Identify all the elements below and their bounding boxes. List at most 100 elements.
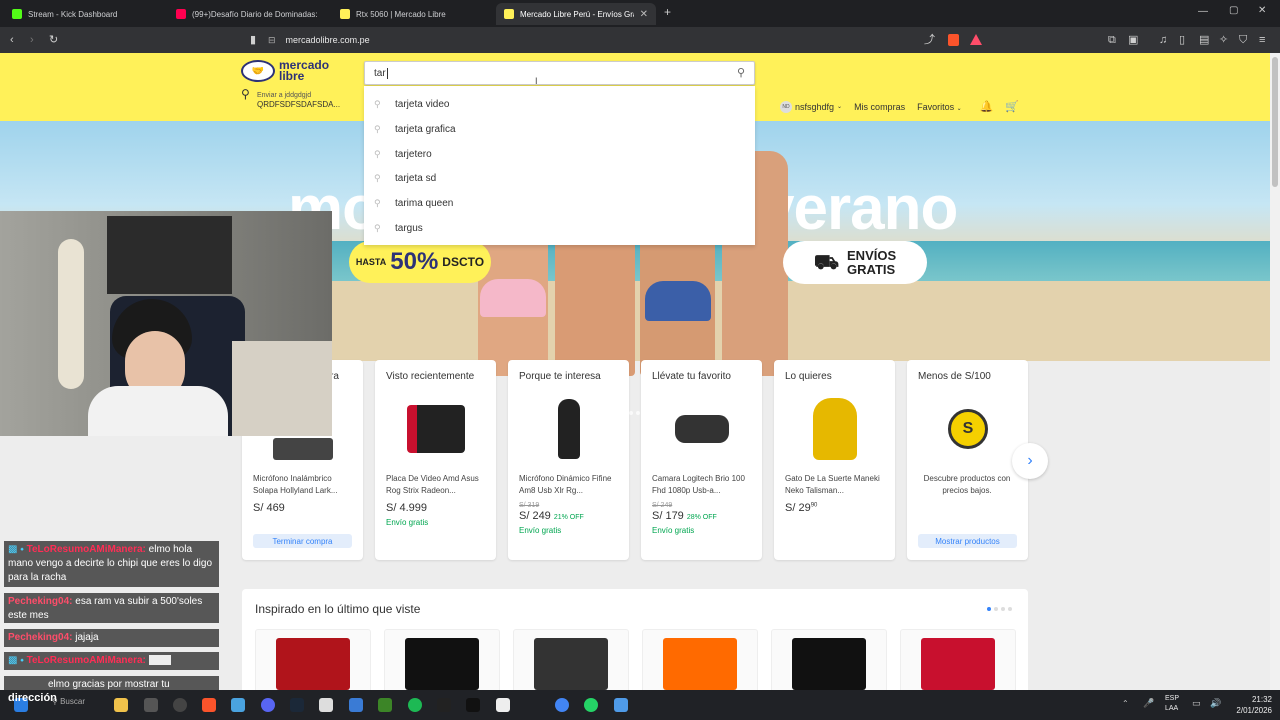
extensions-icon[interactable]: ⧉ xyxy=(1108,32,1116,48)
search-icon: ⚲ xyxy=(374,98,381,109)
microphone-icon[interactable]: 🎤 xyxy=(1143,698,1154,709)
bell-icon[interactable]: 🔔 xyxy=(980,100,994,113)
person-shirt xyxy=(88,386,228,436)
product-thumbnail[interactable] xyxy=(900,629,1016,690)
search-text: tar xyxy=(374,68,386,80)
app-icon[interactable] xyxy=(349,698,363,712)
vpn-icon[interactable]: ⛉ xyxy=(1239,32,1247,48)
finish-purchase-button[interactable]: Terminar compra xyxy=(253,534,352,548)
tab-rtx-5060[interactable]: Rtx 5060 | Mercado Libre xyxy=(332,3,492,25)
product-card[interactable]: Llévate tu favorito Camara Logitech Brio… xyxy=(641,360,762,560)
suggestion-item[interactable]: ⚲ tarima queen xyxy=(364,191,755,215)
scrollbar[interactable] xyxy=(1270,53,1280,690)
carousel-next-button[interactable]: › xyxy=(1012,443,1048,479)
suggestion-text: targus xyxy=(395,222,423,234)
network-icon[interactable]: ▭ xyxy=(1192,698,1201,709)
product-thumbnail[interactable] xyxy=(642,629,758,690)
surfboard xyxy=(58,239,84,389)
cart-icon[interactable]: 🛒 xyxy=(1005,100,1019,113)
show-products-button[interactable]: Mostrar productos xyxy=(918,534,1017,548)
spotify-icon[interactable] xyxy=(408,698,422,712)
suggestion-item[interactable]: ⚲ targus xyxy=(364,216,755,240)
tab-label: Stream - Kick Dashboard xyxy=(28,9,118,19)
tab-kick-dashboard[interactable]: Stream - Kick Dashboard xyxy=(4,3,166,25)
product-name: Micrófono Dinámico Fifine Am8 Usb Xlr Rg… xyxy=(519,474,612,495)
my-purchases-link[interactable]: Mis compras xyxy=(854,102,905,112)
app-icon[interactable] xyxy=(144,698,158,712)
capcut-icon[interactable] xyxy=(437,698,451,712)
card-heading: Visto recientemente xyxy=(386,371,475,382)
sidebar-icon[interactable]: ▯ xyxy=(1179,32,1185,48)
chevron-right-icon: › xyxy=(1027,452,1033,469)
suggestion-item[interactable]: ⚲ tarjetero xyxy=(364,142,755,166)
low-price-card[interactable]: Menos de S/100 S Descubre productos con … xyxy=(907,360,1028,560)
app-icon[interactable] xyxy=(319,698,333,712)
tiktok-icon[interactable] xyxy=(466,698,480,712)
logo-line2: libre xyxy=(279,69,305,83)
scrollbar-thumb[interactable] xyxy=(1272,57,1278,187)
clock-time: 21:32 xyxy=(1251,695,1272,704)
kick-icon xyxy=(12,9,22,19)
favorites-menu[interactable]: Favoritos ⌄ xyxy=(917,102,962,112)
card-heading: Porque te interesa xyxy=(519,371,601,382)
bookmark-icon[interactable]: ▮ xyxy=(250,32,256,48)
app-icon[interactable] xyxy=(231,698,245,712)
share-icon[interactable]: ⤴ xyxy=(924,32,935,48)
chat-text: jajaja xyxy=(75,632,99,643)
suggestion-item[interactable]: ⚲ tarjeta grafica xyxy=(364,117,755,141)
brave-shield-icon[interactable] xyxy=(948,34,959,46)
mercadolibre-icon xyxy=(340,9,350,19)
delivery-address[interactable]: ⚲ Enviar a jddgdgjd QRDFSDFSDAFSDA... xyxy=(241,88,340,109)
search-icon[interactable]: ⚲ xyxy=(737,66,745,79)
suggestion-item[interactable]: ⚲ tarjeta sd xyxy=(364,166,755,190)
section-pagination[interactable] xyxy=(987,607,1012,611)
back-icon[interactable]: ‹ xyxy=(10,32,14,48)
close-window-button[interactable]: ✕ xyxy=(1258,5,1266,16)
system-clock[interactable]: 21:32 2/01/2026 xyxy=(1224,694,1272,716)
brave-icon[interactable] xyxy=(202,698,216,712)
language-indicator[interactable]: ESP LAA xyxy=(1165,694,1179,714)
steam-icon[interactable] xyxy=(290,698,304,712)
minecraft-icon[interactable] xyxy=(378,698,392,712)
tab-tiktok[interactable]: (99+)Desafío Diario de Dominadas: D xyxy=(168,3,328,25)
product-card[interactable]: Porque te interesa Micrófono Dinámico Fi… xyxy=(508,360,629,560)
volume-icon[interactable]: 🔊 xyxy=(1210,698,1221,709)
text-caret xyxy=(386,68,388,79)
close-tab-icon[interactable]: ✕ xyxy=(640,9,648,20)
mercadolibre-logo[interactable]: 🤝 mercado libre xyxy=(241,59,329,83)
wallet-icon[interactable]: ▤ xyxy=(1199,32,1209,48)
app-icon[interactable] xyxy=(496,698,510,712)
product-thumbnail[interactable] xyxy=(513,629,629,690)
search-input[interactable]: tar ⚲ I xyxy=(364,61,755,86)
promo-discount-badge: HASTA 50% DSCTO xyxy=(349,241,491,283)
product-thumbnail[interactable] xyxy=(771,629,887,690)
chat-message: ▩ ⬩ TeLoResumoAMiManera: xyxy=(4,652,219,670)
chevron-up-icon[interactable]: ⌃ xyxy=(1122,699,1129,708)
menu-icon[interactable]: ≡ xyxy=(1259,32,1265,48)
product-thumbnail[interactable] xyxy=(384,629,500,690)
site-info-icon[interactable]: ⊟ xyxy=(268,35,276,46)
forward-icon[interactable]: › xyxy=(30,32,34,48)
maximize-button[interactable]: ▢ xyxy=(1229,5,1238,16)
tab-mercadolibre-active[interactable]: Mercado Libre Perú - Envíos Grá ✕ xyxy=(496,3,656,25)
discord-icon[interactable] xyxy=(261,698,275,712)
chrome-icon[interactable] xyxy=(555,698,569,712)
product-card[interactable]: Visto recientemente Placa De Video Amd A… xyxy=(375,360,496,560)
notepad-icon[interactable] xyxy=(614,698,628,712)
new-tab-button[interactable]: + xyxy=(664,5,671,19)
screenshot-icon[interactable]: ▣ xyxy=(1128,32,1138,48)
reload-icon[interactable]: ↻ xyxy=(49,32,58,48)
brave-rewards-icon[interactable] xyxy=(970,34,982,45)
user-menu[interactable]: ND nsfsghdfg ⌄ xyxy=(780,100,842,113)
whatsapp-icon[interactable] xyxy=(584,698,598,712)
file-explorer-icon[interactable] xyxy=(114,698,128,712)
ai-icon[interactable]: ✧ xyxy=(1219,32,1228,48)
product-thumbnail[interactable] xyxy=(255,629,371,690)
github-icon[interactable] xyxy=(173,698,187,712)
address-bar[interactable]: ⊟ mercadolibre.com.pe xyxy=(268,31,988,49)
suggestion-item[interactable]: ⚲ tarjeta video xyxy=(364,92,755,116)
music-icon[interactable]: ♫ xyxy=(1159,32,1167,48)
shipping-line2: GRATIS xyxy=(847,261,896,277)
minimize-button[interactable]: — xyxy=(1198,6,1208,17)
product-card[interactable]: Lo quieres Gato De La Suerte Maneki Neko… xyxy=(774,360,895,560)
